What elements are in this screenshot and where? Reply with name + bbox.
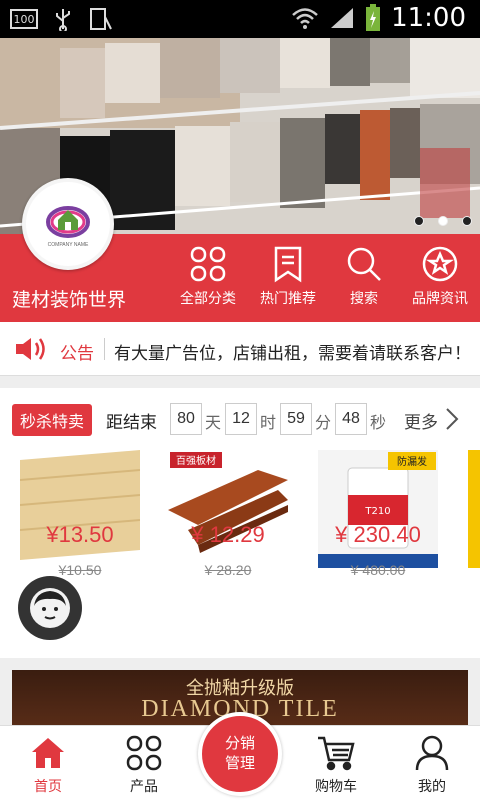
notice-label: 公告	[60, 344, 94, 363]
product-card[interactable]	[20, 450, 140, 568]
countdown-minutes: 59	[280, 403, 312, 435]
announcement-bar[interactable]: 公告 有大量广告位，店铺出租，需要着请联系客户！	[0, 322, 480, 376]
product-image: 百强板材	[168, 450, 288, 568]
banner-pagination	[414, 216, 472, 226]
product-ribbon: 防漏发	[397, 455, 427, 468]
status-bar: 100 11:00	[0, 0, 480, 38]
cart-icon	[318, 736, 355, 771]
sim-icon	[90, 8, 112, 30]
countdown-unit: 秒	[370, 415, 387, 432]
house-logo-icon	[46, 206, 90, 238]
nav-search[interactable]: 搜索	[324, 244, 404, 308]
user-icon	[415, 735, 449, 771]
nav-hot-recommend[interactable]: 热门推荐	[248, 244, 328, 308]
product-model: T210	[364, 506, 390, 517]
divider	[104, 338, 105, 360]
product-card[interactable]: 百强板材	[168, 450, 288, 568]
tab-mine[interactable]: 我的	[384, 734, 480, 796]
countdown-unit: 天	[205, 415, 222, 432]
grid-icon	[190, 246, 226, 282]
product-price: ¥ 230.40	[335, 522, 421, 547]
product-old-price: ¥ 28.20	[204, 562, 252, 578]
countdown-label: 距结束	[106, 413, 157, 432]
product-card-partial[interactable]	[468, 450, 480, 568]
tab-cart[interactable]: 购物车	[288, 734, 384, 796]
banner-dot[interactable]	[462, 216, 472, 226]
home-icon	[32, 738, 64, 768]
nav-brand-news[interactable]: 品牌资讯	[400, 244, 480, 308]
nav-label: 热门推荐	[260, 290, 316, 306]
tab-label: 购物车	[315, 778, 357, 794]
flash-sale-header: 秒杀特卖 距结束 80 天 12 时 59 分 48 秒 更多	[0, 388, 480, 450]
battery-icon	[366, 4, 381, 31]
banner-dot-active[interactable]	[438, 216, 448, 226]
clock: 11:00	[391, 3, 466, 33]
nav-label: 品牌资讯	[412, 290, 468, 306]
tab-label: 首页	[34, 778, 62, 794]
nav-all-categories[interactable]: 全部分类	[168, 244, 248, 308]
countdown-unit: 时	[260, 415, 277, 432]
product-card[interactable]: T210 防漏发	[318, 450, 438, 568]
flash-sale-tag: 秒杀特卖	[12, 404, 93, 436]
product-old-price: ¥ 480.00	[350, 562, 406, 578]
tab-label: 产品	[130, 778, 158, 794]
product-price: ¥13.50	[46, 522, 114, 547]
banner-dot[interactable]	[414, 216, 424, 226]
service-avatar-icon	[30, 588, 70, 628]
usb-icon	[56, 9, 70, 31]
tab-home[interactable]: 首页	[0, 734, 96, 796]
notice-text: 有大量广告位，店铺出租，需要着请联系客户！	[114, 344, 471, 363]
store-name: 建材装饰世界	[12, 290, 127, 311]
countdown-unit: 分	[315, 415, 332, 432]
countdown-seconds: 48	[335, 403, 367, 435]
brand-name: 百强板材	[176, 454, 216, 467]
more-link[interactable]: 更多	[404, 408, 438, 433]
countdown-days: 80	[170, 403, 202, 435]
signal-icon	[331, 8, 354, 28]
product-image: T210 防漏发	[318, 450, 438, 568]
badge-icon	[422, 246, 458, 282]
product-price: ¥ 12.29	[191, 522, 265, 547]
nav-label: 全部分类	[180, 290, 236, 306]
tab-label: 我的	[418, 778, 446, 794]
customer-service-button[interactable]	[18, 576, 82, 640]
product-image	[20, 450, 140, 568]
nav-label: 搜索	[350, 290, 378, 306]
tab-products[interactable]: 产品	[96, 734, 192, 796]
distribution-management-button[interactable]: 分销 管理	[198, 712, 282, 796]
battery-percent-icon: 100	[10, 9, 38, 29]
center-label-line2: 管理	[224, 755, 255, 772]
center-label-line1: 分销	[224, 735, 255, 752]
store-logo[interactable]: COMPANY NAME	[22, 178, 114, 270]
bookmark-icon	[274, 246, 302, 283]
chevron-right-icon[interactable]	[444, 406, 460, 432]
search-icon	[347, 247, 381, 281]
logo-caption: COMPANY NAME	[47, 242, 89, 248]
countdown-hours: 12	[225, 403, 257, 435]
speaker-icon	[16, 338, 45, 360]
grid-icon	[126, 735, 162, 771]
product-old-price: ¥10.50	[58, 562, 102, 578]
wifi-icon	[292, 8, 318, 29]
